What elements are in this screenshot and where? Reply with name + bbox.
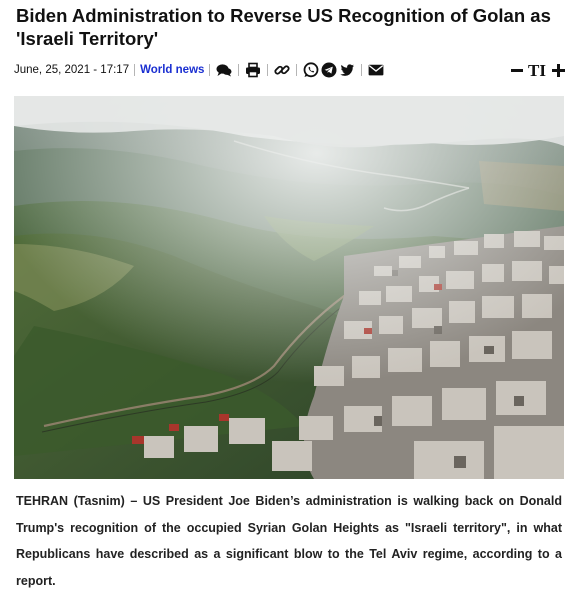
- divider: [267, 64, 269, 76]
- print-icon[interactable]: [244, 61, 262, 79]
- link-icon[interactable]: [273, 61, 291, 79]
- divider: [296, 64, 298, 76]
- divider: [134, 64, 136, 76]
- share-toolbar: [215, 61, 385, 79]
- minus-icon: [511, 68, 524, 72]
- divider: [238, 64, 240, 76]
- article-title: Biden Administration to Reverse US Recog…: [16, 5, 551, 49]
- article-hero-image: [14, 96, 564, 479]
- whatsapp-icon[interactable]: [302, 61, 320, 79]
- twitter-icon[interactable]: [338, 61, 356, 79]
- email-icon[interactable]: [367, 61, 385, 79]
- font-size-controls: TI: [510, 61, 566, 79]
- golan-heights-landscape-photo: [14, 96, 564, 479]
- telegram-icon[interactable]: [320, 61, 338, 79]
- comment-icon[interactable]: [215, 61, 233, 79]
- divider: [209, 64, 211, 76]
- plus-icon: [551, 63, 565, 77]
- increase-font-button[interactable]: [550, 61, 566, 79]
- publish-date: June, 25, 2021 - 17:17: [14, 64, 130, 76]
- divider: [361, 64, 363, 76]
- decrease-font-button[interactable]: [510, 61, 524, 79]
- article-meta-bar: June, 25, 2021 - 17:17 World news TI: [14, 58, 566, 82]
- text-size-icon: TI: [528, 60, 546, 80]
- article-lead-paragraph: TEHRAN (Tasnim) – US President Joe Biden…: [16, 494, 562, 588]
- category-link[interactable]: World news: [140, 64, 204, 76]
